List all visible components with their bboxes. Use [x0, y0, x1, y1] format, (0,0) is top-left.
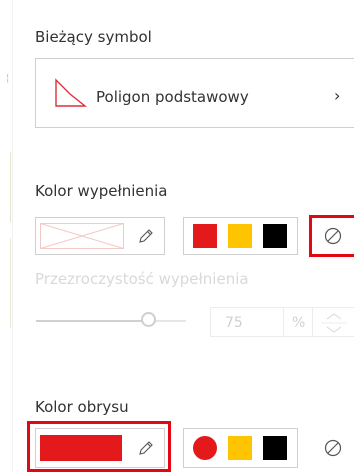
pencil-icon[interactable]: [137, 439, 155, 457]
transparency-unit: %: [292, 315, 306, 331]
outline-color-picker[interactable]: [35, 428, 165, 468]
outline-swatch-group: [183, 428, 298, 468]
fill-swatch-black[interactable]: [263, 224, 287, 248]
symbol-name: Poligon podstawowy: [96, 88, 249, 106]
rail-tick: [10, 152, 11, 222]
outline-swatch-red[interactable]: [193, 436, 217, 460]
transparency-value: 75: [225, 315, 243, 331]
chevron-right-icon: ›: [334, 86, 341, 105]
outline-color-preview: [40, 435, 122, 461]
fill-transparency-label: Przezroczystość wypełnienia: [35, 270, 249, 288]
transparency-input[interactable]: 75: [210, 307, 284, 337]
transparency-slider-fill: [36, 320, 149, 322]
empty-fill-preview-icon: [40, 223, 124, 249]
current-symbol-label: Bieżący symbol: [35, 28, 152, 46]
rail-marker: ¦: [6, 73, 10, 84]
outline-swatch-yellow[interactable]: [228, 436, 252, 460]
stepper-arrows-icon: [321, 313, 347, 333]
fill-swatch-red[interactable]: [193, 224, 217, 248]
outline-color-label: Kolor obrysu: [35, 398, 129, 416]
transparency-stepper[interactable]: [312, 307, 354, 337]
transparency-slider-handle[interactable]: [141, 312, 156, 327]
no-color-icon[interactable]: [324, 439, 342, 457]
current-symbol-button[interactable]: Poligon podstawowy ›: [35, 58, 354, 128]
no-color-icon[interactable]: [324, 227, 342, 245]
fill-color-label: Kolor wypełnienia: [35, 182, 168, 200]
outline-swatch-black[interactable]: [263, 436, 287, 460]
pencil-icon[interactable]: [137, 227, 155, 245]
rail-tick: [10, 238, 11, 328]
transparency-unit-box: %: [283, 307, 313, 337]
left-rail: [0, 0, 13, 472]
fill-color-picker[interactable]: [35, 217, 165, 255]
fill-swatch-group: [183, 217, 298, 255]
polygon-icon: [55, 78, 87, 107]
fill-swatch-yellow[interactable]: [228, 224, 252, 248]
